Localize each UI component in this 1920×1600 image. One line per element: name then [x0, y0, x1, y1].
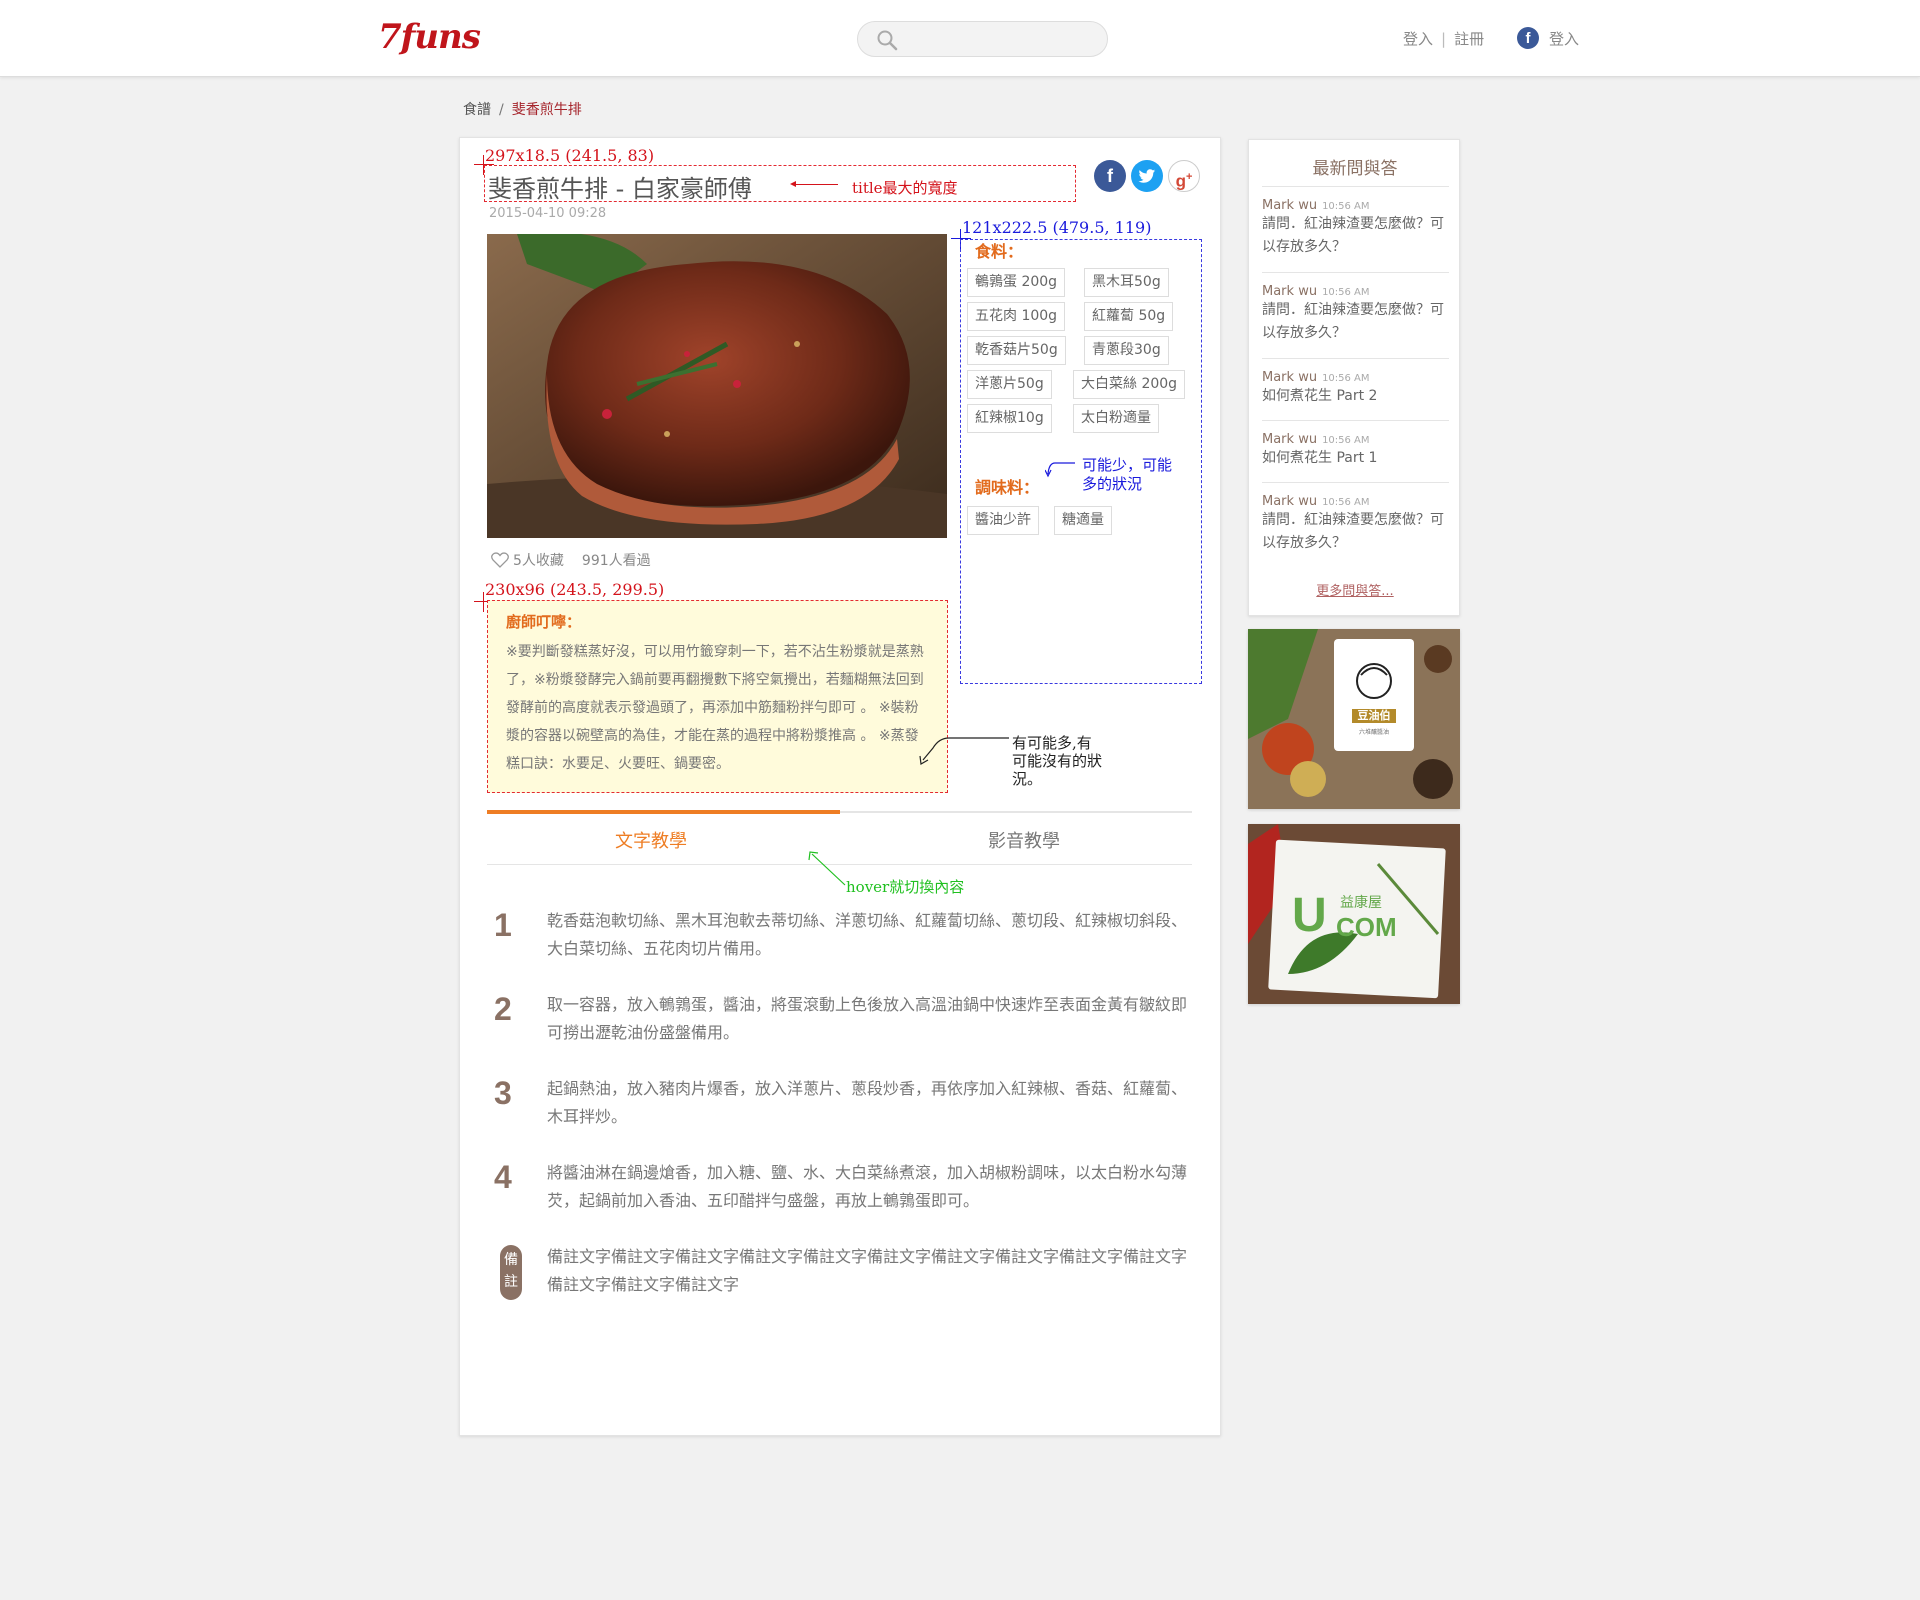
step-text: 取一容器，放入鵪鶉蛋，醬油，將蛋滾動上色後放入高溫油鍋中快速炸至表面金黃有皺紋即…	[547, 995, 1188, 1042]
qa-item[interactable]: Mark wu 10:56 AM 如何煮花生 Part 2	[1262, 358, 1449, 408]
ingredient-tag: 太白粉適量	[1073, 404, 1159, 433]
ad-brand-cn: 益康屋	[1340, 895, 1382, 911]
site-logo[interactable]: 7funs	[378, 17, 481, 57]
ingredient-tag: 洋蔥片50g	[967, 370, 1052, 399]
register-link[interactable]: 註冊	[1454, 30, 1484, 48]
qa-question: 請問．紅油辣渣要怎麼做？可以存放多久？	[1262, 302, 1444, 341]
qa-author: Mark wu	[1262, 198, 1318, 213]
seasoning-label: 調味料：	[975, 478, 1040, 497]
tabs-annotation: hover就切換內容	[846, 878, 965, 896]
qa-time: 10:56 AM	[1322, 373, 1370, 384]
qa-author: Mark wu	[1262, 494, 1318, 509]
arrow-icon	[1045, 462, 1075, 478]
ingredient-tag: 乾香菇片50g	[967, 336, 1066, 365]
ingredient-tag: 鵪鶉蛋 200g	[967, 268, 1066, 297]
chef-annotation: 有可能多,有可能沒有的狀況。	[1012, 734, 1103, 788]
recipe-stats: 5人收藏 991人看過	[491, 550, 651, 570]
ad-brand-com: COM	[1336, 912, 1397, 942]
ingredient-tag: 青蔥段30g	[1084, 336, 1169, 365]
qa-author: Mark wu	[1262, 432, 1318, 447]
ingredient-tag: 大白菜絲 200g	[1073, 370, 1186, 399]
auth-separator: |	[1441, 30, 1447, 48]
more-qa-link[interactable]: 更多問與答...	[1249, 580, 1461, 599]
google-plus-share-icon[interactable]: g+	[1168, 160, 1200, 192]
step-number: 1	[494, 907, 512, 943]
ad-banner-douyoubo[interactable]: 豆油伯 六堆釀醬油	[1248, 629, 1460, 809]
step-number: 4	[494, 1159, 512, 1195]
twitter-share-icon[interactable]	[1131, 160, 1163, 192]
qa-question: 請問．紅油辣渣要怎麼做？可以存放多久？	[1262, 512, 1444, 551]
qa-panel-title: 最新問與答	[1312, 159, 1398, 179]
step-number: 2	[494, 991, 512, 1027]
seasoning-annotation: 可能少，可能多的狀況	[1082, 456, 1173, 493]
qa-item[interactable]: Mark wu 10:56 AM 請問．紅油辣渣要怎麼做？可以存放多久？	[1262, 272, 1449, 345]
qa-author: Mark wu	[1262, 284, 1318, 299]
auth-links: 登入 | 註冊	[1403, 28, 1484, 49]
chef-tips-title: 廚師叮嚀：	[506, 613, 582, 631]
ad-brand-u: U	[1292, 889, 1327, 942]
note-badge: 備註	[500, 1245, 522, 1300]
facebook-login-link[interactable]: 登入	[1549, 28, 1579, 49]
latest-qa-panel: 最新問與答 Mark wu 10:56 AM 請問．紅油辣渣要怎麼做？可以存放多久…	[1248, 139, 1460, 616]
title-width-annotation: title最大的寬度	[852, 179, 958, 197]
ingredient-tag: 紅蘿蔔 50g	[1084, 302, 1174, 331]
qa-item[interactable]: Mark wu 10:56 AM 請問．紅油辣渣要怎麼做？可以存放多久？	[1262, 186, 1449, 259]
breadcrumb-separator: /	[499, 102, 504, 118]
active-tab-indicator	[487, 810, 840, 814]
chef-dimension-annotation: 230x96 (243.5, 299.5)	[485, 580, 665, 599]
ingredient-tag: 黑木耳50g	[1084, 268, 1169, 297]
qa-item[interactable]: Mark wu 10:56 AM 請問．紅油辣渣要怎麼做？可以存放多久？	[1262, 482, 1449, 555]
ingredient-tag: 五花肉 100g	[967, 302, 1066, 331]
login-link[interactable]: 登入	[1403, 30, 1433, 48]
top-header: 7funs 登入 | 註冊 f 登入	[0, 0, 1920, 77]
breadcrumb-root[interactable]: 食譜	[463, 102, 491, 118]
breadcrumb-current: 斐香煎牛排	[511, 102, 582, 118]
qa-question: 請問．紅油辣渣要怎麼做？可以存放多久？	[1262, 216, 1444, 255]
recipe-title: 斐香煎牛排 - 白家豪師傅	[488, 175, 752, 203]
facebook-share-icon[interactable]: f	[1094, 160, 1126, 192]
search-input[interactable]	[857, 21, 1108, 57]
search-icon	[877, 30, 898, 51]
ingredients-dimension-annotation: 121x222.5 (479.5, 119)	[962, 218, 1152, 237]
heart-icon[interactable]	[491, 552, 509, 568]
step-number: 3	[494, 1075, 512, 1111]
step-text: 起鍋熱油，放入豬肉片爆香，放入洋蔥片、蔥段炒香，再依序加入紅辣椒、香菇、紅蘿蔔、…	[547, 1079, 1188, 1126]
chef-tips-text: ※要判斷發糕蒸好沒，可以用竹籤穿刺一下，若不沾生粉漿就是蒸熟了，※粉漿發酵完入鍋…	[506, 644, 924, 772]
facebook-icon[interactable]: f	[1517, 27, 1539, 49]
seasoning-tag: 糖適量	[1054, 506, 1112, 535]
step-text: 將醬油淋在鍋邊熗香，加入糖、鹽、水、大白菜絲煮滾，加入胡椒粉調味，以太白粉水勾薄…	[547, 1163, 1188, 1210]
arrow-icon	[790, 181, 838, 187]
views-count: 991人看過	[581, 553, 651, 569]
arrow-icon	[808, 851, 846, 886]
recipe-card: 297x18.5 (241.5, 83) 斐香煎牛排 - 白家豪師傅 title…	[459, 137, 1221, 1436]
favorites-count: 5人收藏	[513, 553, 564, 569]
seasoning-tag: 醬油少許	[967, 506, 1039, 535]
chef-tips-box: 廚師叮嚀： ※要判斷發糕蒸好沒，可以用竹籤穿刺一下，若不沾生粉漿就是蒸熟了，※粉…	[487, 600, 948, 793]
qa-item[interactable]: Mark wu 10:56 AM 如何煮花生 Part 1	[1262, 420, 1449, 470]
qa-time: 10:56 AM	[1322, 287, 1370, 298]
tab-text-tutorial[interactable]: 文字教學	[615, 827, 687, 853]
qa-time: 10:56 AM	[1322, 435, 1370, 446]
arrow-icon	[919, 737, 1009, 765]
qa-question: 如何煮花生 Part 2	[1262, 388, 1378, 404]
recipe-photo	[487, 234, 947, 538]
note-text: 備註文字備註文字備註文字備註文字備註文字備註文字備註文字備註文字備註文字備註文字…	[547, 1247, 1188, 1294]
qa-author: Mark wu	[1262, 370, 1318, 385]
ingredient-tag: 紅辣椒10g	[967, 404, 1052, 433]
ad-banner-ucom[interactable]: U COM 益康屋	[1248, 824, 1460, 1004]
ingredients-label: 食料：	[975, 242, 1024, 261]
recipe-date: 2015-04-10 09:28	[489, 206, 607, 221]
ad-brand-text: 豆油伯	[1357, 709, 1391, 722]
qa-time: 10:56 AM	[1322, 497, 1370, 508]
step-text: 乾香菇泡軟切絲、黑木耳泡軟去蒂切絲、洋蔥切絲、紅蘿蔔切絲、蔥切段、紅辣椒切斜段、…	[547, 911, 1188, 958]
qa-question: 如何煮花生 Part 1	[1262, 450, 1378, 466]
qa-time: 10:56 AM	[1322, 201, 1370, 212]
breadcrumb: 食譜 / 斐香煎牛排	[463, 99, 582, 119]
title-dimension-annotation: 297x18.5 (241.5, 83)	[485, 146, 655, 165]
tab-video-tutorial[interactable]: 影音教學	[988, 827, 1060, 853]
ad-tagline: 六堆釀醬油	[1358, 729, 1389, 736]
